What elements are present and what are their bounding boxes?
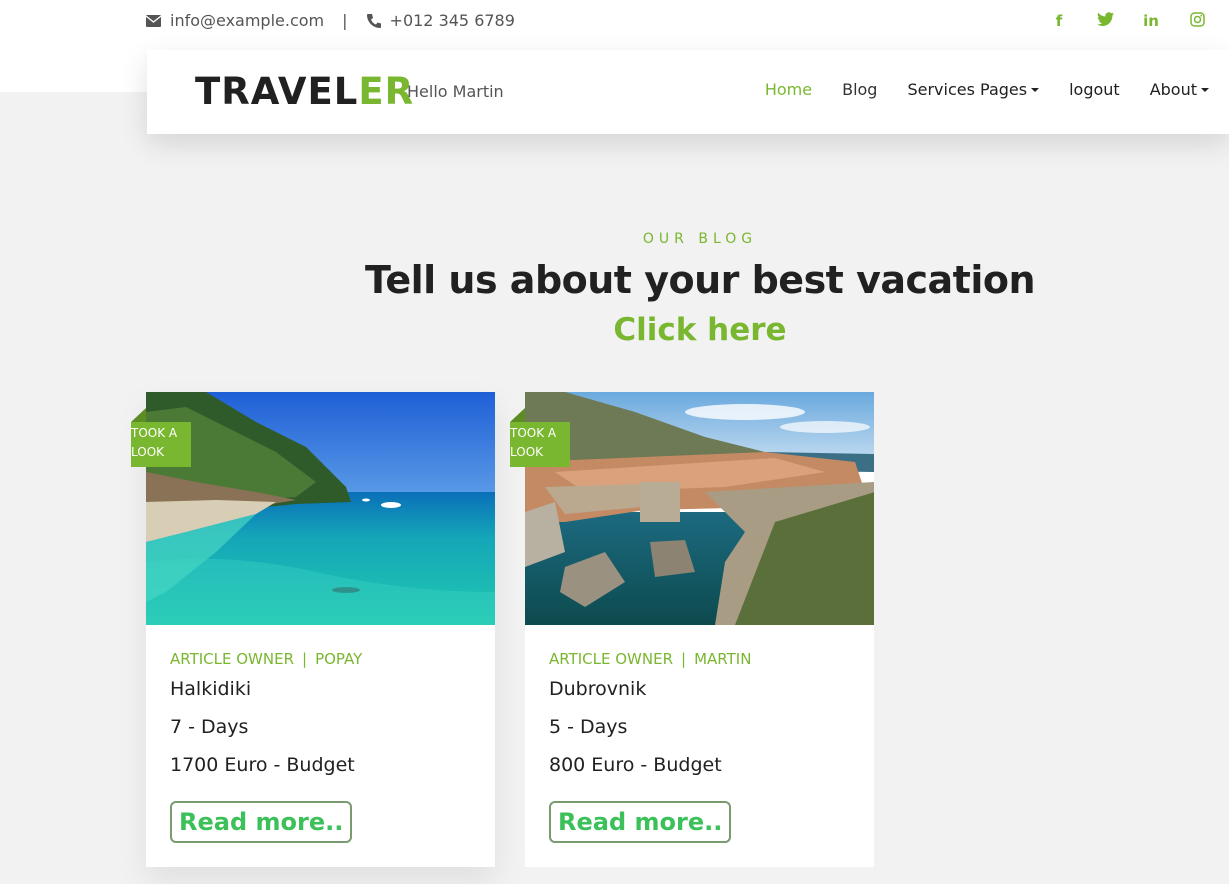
nav-blog[interactable]: Blog [842,80,877,99]
card-body: ARTICLE OWNER | POPAY Halkidiki 7 - Days… [170,650,362,776]
article-meta: ARTICLE OWNER | POPAY [170,650,362,668]
ribbon-fold [510,408,525,422]
nav-logout[interactable]: logout [1069,80,1120,99]
section-kicker: OUR BLOG [642,231,758,247]
blog-card: TOOK A LOOK ARTICLE OWNER | POPAY Halkid… [131,392,495,867]
brand-main: TRAVEL [195,70,359,113]
instagram-icon[interactable] [1187,12,1207,30]
nav-home[interactable]: Home [765,80,812,99]
ribbon-fold [131,408,146,422]
trip-days: 7 - Days [170,716,249,738]
caret-down-icon [1201,87,1209,92]
blog-card: TOOK A LOOK ARTICLE OWNER | MARTIN Dubro… [510,392,874,867]
social-links: f in [1049,12,1207,30]
nav-about-label: About [1149,80,1197,99]
coastal-town-photo[interactable] [525,392,874,625]
section-headline: Tell us about your best vacation [364,258,1036,302]
destination-title: Dubrovnik [549,678,647,700]
main-navbar: TRAVELER Hello Martin Home Blog Services… [147,50,1229,134]
article-owner-label: ARTICLE OWNER [170,650,295,668]
phone-icon [366,13,382,29]
nav-services-dropdown[interactable]: Services Pages [907,80,1040,99]
trip-days: 5 - Days [549,716,628,738]
nav-about-dropdown[interactable]: About [1150,80,1209,99]
linkedin-icon[interactable]: in [1141,12,1161,30]
beach-photo[interactable] [146,392,495,625]
user-greeting: Hello Martin [407,82,504,101]
destination-title: Halkidiki [170,678,252,700]
article-owner-label: ARTICLE OWNER [549,650,674,668]
trip-budget: 800 Euro - Budget [549,754,722,776]
brand-accent: ER [358,70,415,113]
trip-budget: 1700 Euro - Budget [170,754,355,776]
contact-separator: | [342,11,348,30]
contact-info: info@example.com | +012 345 6789 [146,11,515,30]
twitter-icon[interactable] [1095,12,1115,30]
took-a-look-badge: TOOK A LOOK [510,422,570,467]
envelope-icon [146,13,162,29]
article-owner-name: MARTIN [694,650,752,668]
meta-separator: | [681,650,687,668]
facebook-icon[interactable]: f [1049,12,1069,30]
brand-logo[interactable]: TRAVELER [195,70,414,113]
card-body: ARTICLE OWNER | MARTIN Dubrovnik 5 - Day… [549,650,751,776]
read-more-button[interactable]: Read more.. [549,801,732,843]
contact-email[interactable]: info@example.com [170,11,324,30]
contact-phone[interactable]: +012 345 6789 [390,11,515,30]
meta-separator: | [302,650,308,668]
caret-down-icon [1031,87,1040,92]
read-more-button[interactable]: Read more.. [170,801,353,843]
article-meta: ARTICLE OWNER | MARTIN [549,650,751,668]
nav-services-label: Services Pages [907,80,1028,99]
took-a-look-badge: TOOK A LOOK [131,422,191,467]
nav-links: Home Blog Services Pages logout About [765,80,1209,99]
click-here-link[interactable]: Click here [0,312,1229,348]
article-owner-name: POPAY [315,650,363,668]
